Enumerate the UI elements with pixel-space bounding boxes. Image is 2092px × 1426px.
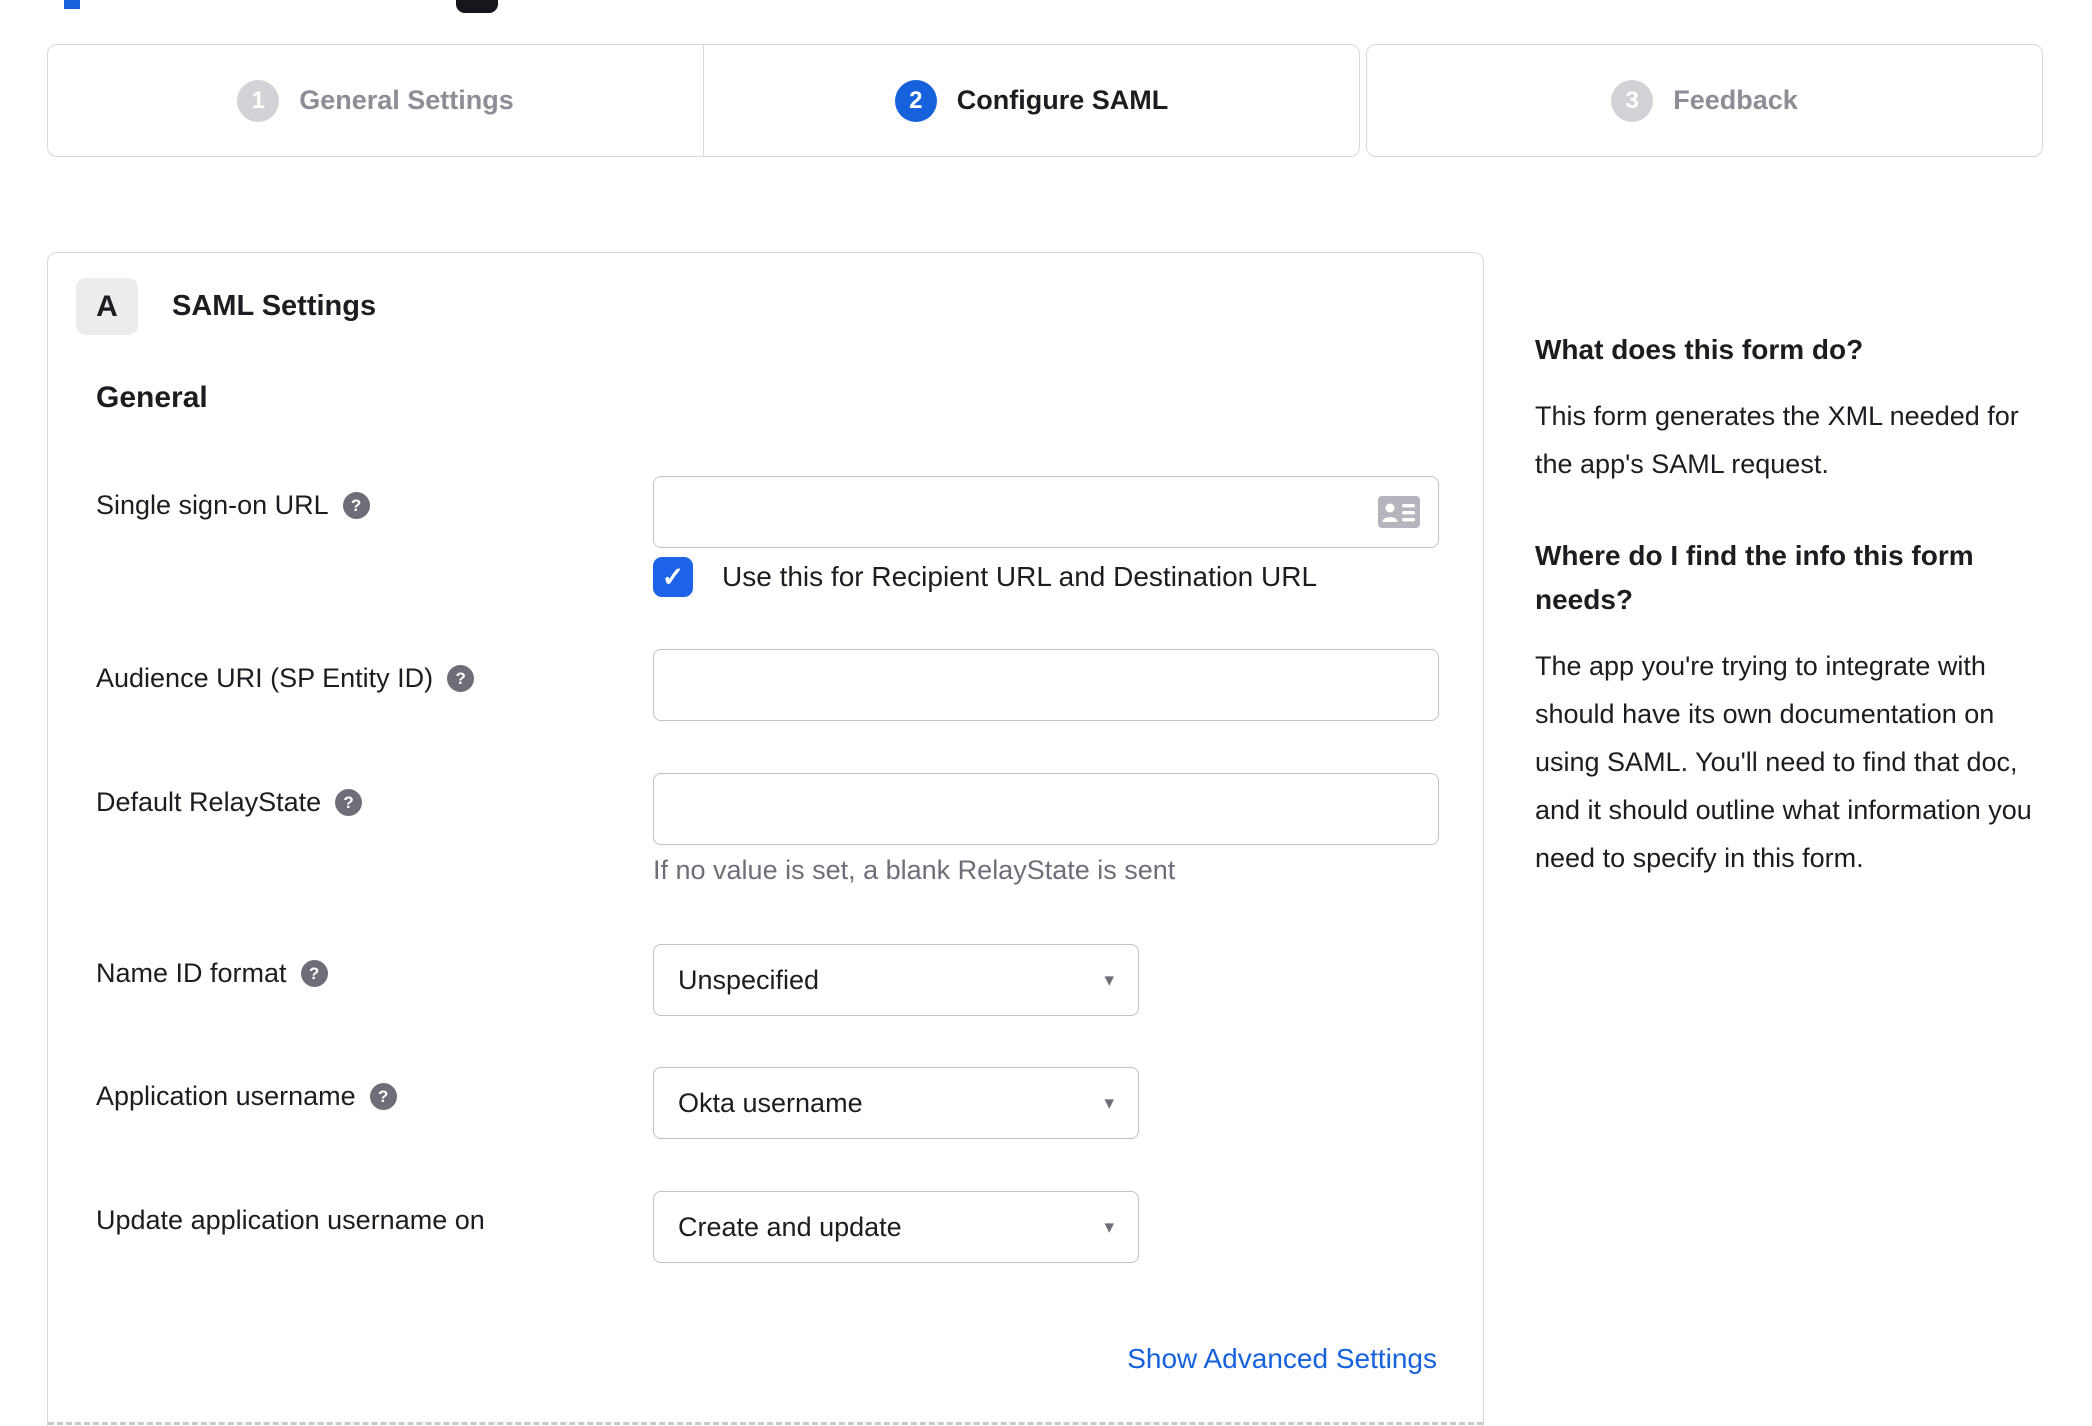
- recipient-url-checkbox-label[interactable]: Use this for Recipient URL and Destinati…: [722, 561, 1317, 593]
- field-label-text: Single sign-on URL: [96, 490, 329, 520]
- name-id-format-select[interactable]: Unspecified ▾: [653, 944, 1139, 1016]
- default-relaystate-input[interactable]: [653, 773, 1439, 845]
- field-label-single-sign-on-url: Single sign-on URL ?: [96, 490, 370, 521]
- help-sidebar: What does this form do? This form genera…: [1535, 328, 2049, 928]
- header-fragment-blue: [64, 0, 80, 9]
- help-body-where: The app you're trying to integrate with …: [1535, 651, 2032, 873]
- help-heading-where: Where do I find the info this form needs…: [1535, 540, 1974, 615]
- relaystate-hint: If no value is set, a blank RelayState i…: [653, 855, 1176, 885]
- application-username-select[interactable]: Okta username ▾: [653, 1067, 1139, 1139]
- show-advanced-settings-link[interactable]: Show Advanced Settings: [1127, 1343, 1437, 1375]
- step-number-badge: 1: [237, 79, 280, 122]
- field-label-text: Update application username on: [96, 1205, 485, 1235]
- help-icon[interactable]: ?: [300, 960, 328, 987]
- step-number-badge: 2: [894, 79, 937, 122]
- help-icon[interactable]: ?: [369, 1083, 397, 1110]
- step-label: General Settings: [299, 85, 514, 115]
- select-value: Unspecified: [678, 964, 820, 995]
- stepper-box-left: 1 General Settings 2 Configure SAML: [47, 44, 1360, 157]
- chevron-down-icon: ▾: [1104, 1092, 1114, 1114]
- recipient-url-checkbox[interactable]: ✓: [653, 557, 693, 597]
- field-label-name-id-format: Name ID format ?: [96, 958, 328, 989]
- step-label: Feedback: [1673, 85, 1798, 115]
- field-label-application-username: Application username ?: [96, 1081, 397, 1112]
- contact-card-icon: [1378, 496, 1420, 528]
- help-icon[interactable]: ?: [342, 492, 370, 519]
- saml-settings-panel: A SAML Settings General Single sign-on U…: [47, 252, 1484, 1426]
- audience-uri-input[interactable]: [653, 649, 1439, 721]
- step-general-settings[interactable]: 1 General Settings: [48, 45, 703, 156]
- section-a-badge: A: [76, 278, 138, 335]
- section-dashed-divider: [48, 1422, 1483, 1425]
- update-application-username-select[interactable]: Create and update ▾: [653, 1191, 1139, 1263]
- field-label-text: Default RelayState: [96, 787, 322, 817]
- select-value: Okta username: [678, 1087, 863, 1118]
- help-icon[interactable]: ?: [447, 665, 475, 692]
- stepper-box-right: 3 Feedback: [1366, 44, 2043, 157]
- select-value: Create and update: [678, 1211, 902, 1242]
- step-feedback[interactable]: 3 Feedback: [1367, 45, 2042, 156]
- single-sign-on-url-input[interactable]: [653, 476, 1439, 548]
- help-heading-what: What does this form do?: [1535, 334, 1864, 365]
- chevron-down-icon: ▾: [1104, 969, 1114, 991]
- field-label-default-relaystate: Default RelayState ?: [96, 787, 363, 818]
- help-icon[interactable]: ?: [335, 789, 363, 816]
- recipient-url-checkbox-row: ✓ Use this for Recipient URL and Destina…: [653, 557, 1317, 597]
- panel-header: A SAML Settings: [76, 278, 376, 335]
- general-group-heading: General: [96, 381, 208, 414]
- step-configure-saml[interactable]: 2 Configure SAML: [703, 45, 1359, 156]
- field-label-update-application-username: Update application username on: [96, 1205, 485, 1236]
- step-label: Configure SAML: [956, 85, 1169, 115]
- step-number-badge: 3: [1611, 79, 1654, 122]
- field-label-text: Audience URI (SP Entity ID): [96, 663, 434, 693]
- wizard-stepper: 1 General Settings 2 Configure SAML 3 Fe…: [47, 44, 2043, 157]
- field-label-text: Application username: [96, 1081, 356, 1111]
- field-label-audience-uri: Audience URI (SP Entity ID) ?: [96, 663, 475, 694]
- panel-title: SAML Settings: [172, 290, 377, 322]
- chevron-down-icon: ▾: [1104, 1216, 1114, 1238]
- header-fragment-logo: [456, 0, 498, 13]
- help-body-what: This form generates the XML needed for t…: [1535, 401, 2019, 479]
- field-label-text: Name ID format: [96, 958, 287, 988]
